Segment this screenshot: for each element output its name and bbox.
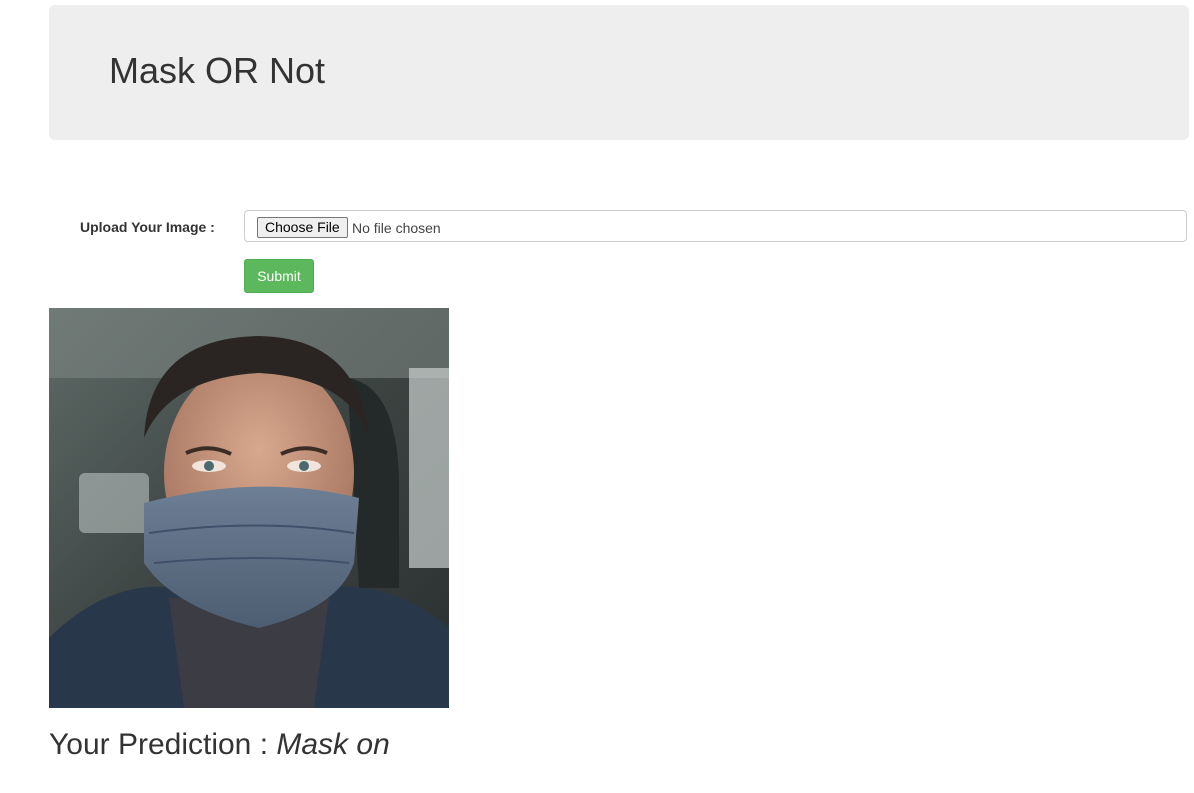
prediction-label: Your Prediction : — [49, 728, 269, 761]
choose-file-button[interactable]: Choose File — [257, 217, 348, 238]
upload-label: Upload Your Image : — [80, 219, 215, 235]
prediction-value: Mask on — [276, 728, 390, 761]
file-status-text: No file chosen — [352, 220, 441, 236]
file-input[interactable]: Choose File No file chosen — [244, 210, 1187, 242]
page-title: Mask OR Not — [109, 50, 326, 91]
header-jumbotron: Mask OR Not — [49, 5, 1189, 140]
submit-button[interactable]: Submit — [244, 259, 314, 293]
uploaded-photo — [49, 308, 449, 708]
prediction-text: Your Prediction : Mask on — [49, 727, 390, 763]
